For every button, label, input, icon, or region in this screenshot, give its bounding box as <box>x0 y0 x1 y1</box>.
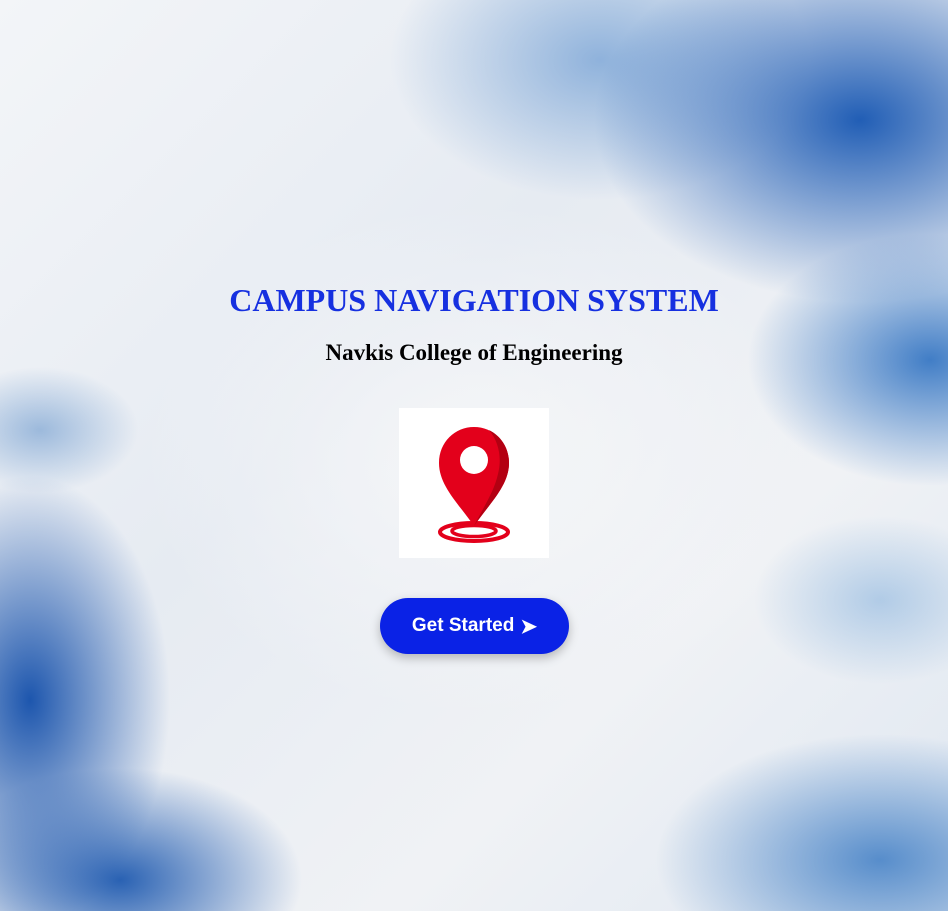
get-started-label: Get Started <box>411 615 515 636</box>
map-pin-icon <box>438 427 510 543</box>
page-title: CAMPUS NAVIGATION SYSTEM <box>229 282 719 318</box>
location-logo <box>399 408 549 558</box>
get-started-button[interactable]: Get Started ➤ <box>380 598 569 654</box>
landing-page: CAMPUS NAVIGATION SYSTEM Navkis College … <box>0 0 948 911</box>
college-name: Navkis College of Engineering <box>325 340 623 365</box>
arrow-right-icon: ➤ <box>520 615 538 638</box>
